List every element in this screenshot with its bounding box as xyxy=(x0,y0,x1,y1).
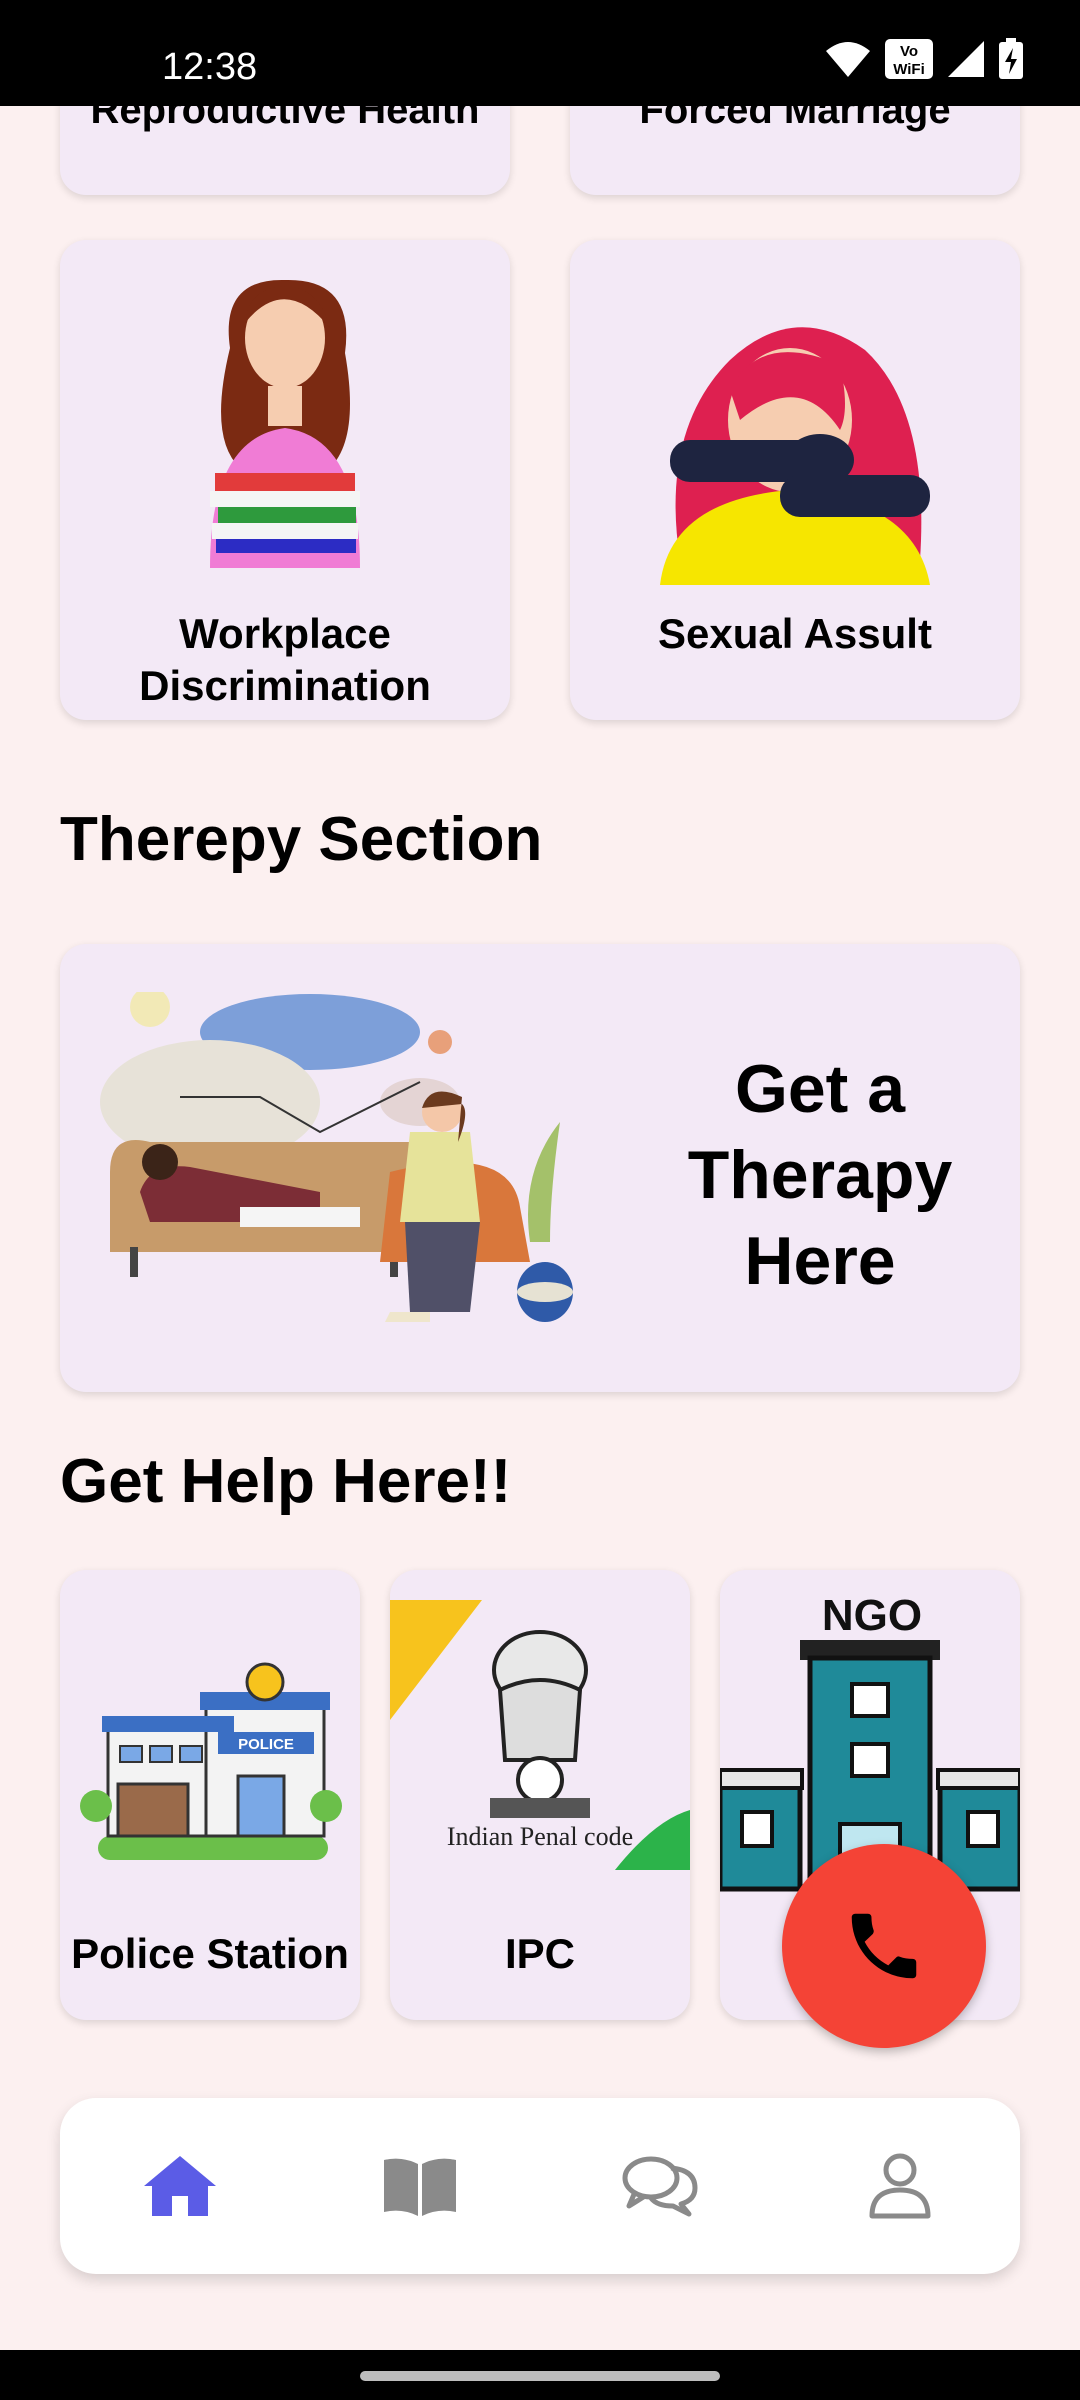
system-gesture-bar xyxy=(0,2350,1080,2400)
help-card-ipc[interactable]: Indian Penal code IPC xyxy=(390,1570,690,2020)
therapy-card[interactable]: Get a Therapy Here xyxy=(60,944,1020,1392)
svg-text:Vo: Vo xyxy=(900,43,918,60)
ipc-emblem-illustration: Indian Penal code xyxy=(390,1600,690,1870)
vowifi-icon: Vo WiFi xyxy=(885,39,933,79)
status-icons: Vo WiFi xyxy=(824,38,1024,80)
therapy-section-title: Therepy Section xyxy=(60,805,543,874)
help-section-title: Get Help Here!! xyxy=(60,1447,512,1516)
ipc-emblem-text: Indian Penal code xyxy=(447,1822,633,1851)
nav-library[interactable] xyxy=(300,2098,540,2274)
category-card-sexual-assult[interactable]: Sexual Assult xyxy=(570,240,1020,720)
sos-call-button[interactable] xyxy=(782,1844,986,2048)
chat-icon xyxy=(622,2156,698,2217)
category-card-workplace-discrimination[interactable]: Workplace Discrimination xyxy=(60,240,510,720)
help-card-police-station[interactable]: POLICE Police Station xyxy=(60,1570,360,2020)
nav-chat[interactable] xyxy=(540,2098,780,2274)
wifi-icon xyxy=(826,42,870,77)
therapy-session-illustration xyxy=(100,992,573,1322)
help-label: IPC xyxy=(504,1930,575,1977)
bottom-nav xyxy=(60,2098,1020,2274)
category-label: Sexual Assult xyxy=(658,610,932,657)
svg-text:WiFi: WiFi xyxy=(893,61,925,78)
help-label: Police Station xyxy=(71,1930,349,1977)
battery-icon xyxy=(999,38,1023,79)
category-label: Workplace Discrimination xyxy=(139,610,431,709)
covered-mouth-woman-illustration xyxy=(660,327,930,585)
signal-icon xyxy=(948,41,984,77)
police-sign-text: POLICE xyxy=(238,1736,294,1753)
status-bar: 12:38 Vo WiFi xyxy=(0,0,1080,106)
home-indicator[interactable] xyxy=(360,2371,720,2381)
woman-with-books-illustration xyxy=(210,279,360,568)
phone-icon xyxy=(851,1913,917,1979)
nav-home[interactable] xyxy=(60,2098,300,2274)
book-icon xyxy=(384,2158,456,2216)
police-station-illustration: POLICE xyxy=(80,1662,342,1860)
ngo-sign-text: NGO xyxy=(822,1591,922,1640)
therapy-card-text: Get a Therapy Here xyxy=(687,1051,953,1299)
profile-icon xyxy=(869,2153,931,2219)
status-time: 12:38 xyxy=(162,46,258,88)
nav-profile[interactable] xyxy=(780,2098,1020,2274)
home-icon xyxy=(144,2156,216,2216)
